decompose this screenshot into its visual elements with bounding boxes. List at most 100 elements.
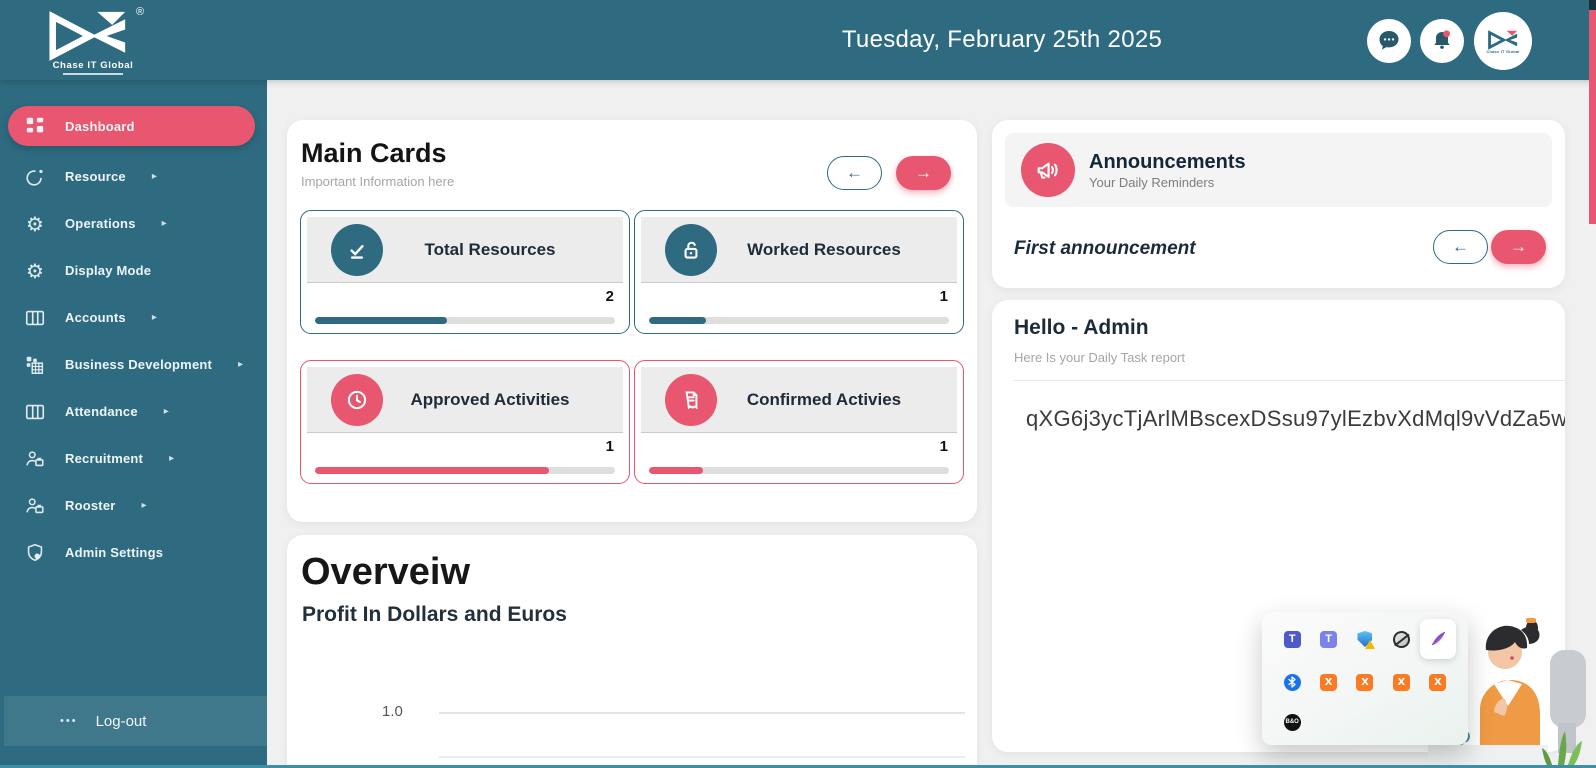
avatar-caption: Chase IT Global bbox=[1486, 48, 1520, 54]
announcements-subtitle: Your Daily Reminders bbox=[1089, 174, 1215, 190]
check-icon bbox=[331, 223, 383, 276]
tray-ink-disabled-icon[interactable] bbox=[1384, 622, 1418, 656]
stat-card-header: Confirmed Activies bbox=[641, 367, 957, 433]
main-cards-subtitle: Important Information here bbox=[301, 174, 455, 189]
stat-progress-track bbox=[649, 317, 949, 324]
stat-card-title: Total Resources bbox=[424, 239, 556, 259]
sidebar-item-attendance[interactable]: Attendance ▸ bbox=[0, 388, 267, 435]
scrollbar-thumb[interactable] bbox=[1589, 10, 1596, 224]
notifications-button[interactable] bbox=[1420, 19, 1464, 63]
sidebar-item-operations[interactable]: ⚙ Operations ▸ bbox=[0, 200, 267, 247]
arrow-left-icon: ← bbox=[1452, 237, 1469, 256]
stat-card-header: Total Resources bbox=[307, 217, 623, 283]
stat-card-approved-activities[interactable]: Approved Activities 1 bbox=[300, 360, 630, 484]
sidebar-item-dashboard[interactable]: Dashboard bbox=[8, 106, 255, 146]
receipt-icon bbox=[665, 373, 717, 426]
main-cards-panel: Main Cards Important Information here ← … bbox=[287, 120, 977, 522]
top-header: ® Chase IT Global Tuesday, February 25th… bbox=[0, 0, 1596, 80]
chat-button[interactable] bbox=[1367, 19, 1411, 63]
divider bbox=[1014, 380, 1565, 381]
chart-gridline bbox=[439, 712, 965, 714]
stat-progress-track bbox=[649, 467, 949, 474]
admin-shield-icon: ! bbox=[20, 542, 50, 564]
chevron-right-icon: ▸ bbox=[163, 406, 169, 417]
brand-logo: ® Chase IT Global bbox=[28, 4, 158, 78]
sidebar-item-business-development[interactable]: Business Development ▸ bbox=[0, 341, 267, 388]
stat-progress-fill bbox=[649, 467, 703, 474]
stat-card-worked-resources[interactable]: Worked Resources 1 bbox=[634, 210, 964, 334]
logout-button[interactable]: ••• Log-out bbox=[4, 696, 267, 746]
daily-task-token: qXG6j3ycTjArlMBscexDSsu97ylEzbvXdMql9vVd… bbox=[1026, 406, 1565, 431]
stat-card-value: 2 bbox=[605, 288, 614, 305]
arrow-right-icon: → bbox=[1510, 237, 1527, 256]
stat-progress-fill bbox=[315, 317, 447, 324]
sidebar-item-admin-settings[interactable]: ! Admin Settings bbox=[0, 529, 267, 576]
stat-card-title: Worked Resources bbox=[747, 239, 901, 259]
sidebar-item-label: Recruitment bbox=[65, 451, 144, 466]
sidebar-item-label: Rooster bbox=[65, 498, 116, 513]
clock-icon bbox=[331, 373, 383, 426]
tray-xampp-icon[interactable]: X bbox=[1348, 665, 1382, 699]
chevron-right-icon: ▸ bbox=[169, 453, 175, 464]
stat-progress-track bbox=[315, 317, 615, 324]
notification-bell-icon bbox=[1434, 30, 1450, 49]
sidebar-item-label: Admin Settings bbox=[65, 545, 164, 560]
main-cards-next-button[interactable]: → bbox=[896, 156, 951, 190]
stat-card-total-resources[interactable]: Total Resources 2 bbox=[300, 210, 630, 334]
sidebar-item-label: Resource bbox=[65, 169, 126, 184]
sidebar-item-accounts[interactable]: Accounts ▸ bbox=[0, 294, 267, 341]
registered-mark: ® bbox=[136, 6, 145, 18]
sidebar-item-rooster[interactable]: Rooster ▸ bbox=[0, 482, 267, 529]
brand-avatar-icon bbox=[1488, 29, 1518, 50]
main-cards-title: Main Cards bbox=[301, 138, 447, 168]
display-gear-icon: ⚙ bbox=[26, 258, 44, 283]
dashboard-grid-icon bbox=[20, 115, 50, 137]
sidebar-item-recruitment[interactable]: Recruitment ▸ bbox=[0, 435, 267, 482]
dashboard-app: ® Chase IT Global Tuesday, February 25th… bbox=[0, 0, 1596, 768]
announcement-next-button[interactable]: → bbox=[1491, 230, 1546, 264]
sidebar-item-label: Business Development bbox=[65, 357, 213, 372]
arrow-left-icon: ← bbox=[846, 163, 863, 182]
business-blocks-icon bbox=[20, 354, 50, 376]
brand-name: Chase IT Global bbox=[52, 60, 134, 71]
megaphone-icon bbox=[1021, 143, 1075, 197]
announcement-prev-button[interactable]: ← bbox=[1433, 230, 1488, 264]
overview-panel: Overveiw Profit In Dollars and Euros 1.0 bbox=[287, 535, 977, 768]
chevron-right-icon: ▸ bbox=[151, 171, 157, 182]
announcements-title: Announcements bbox=[1089, 150, 1246, 173]
sidebar-item-label: Attendance bbox=[65, 404, 138, 419]
sidebar-item-display-mode[interactable]: ⚙ Display Mode bbox=[0, 247, 267, 294]
ellipsis-icon: ••• bbox=[60, 715, 78, 727]
header-date: Tuesday, February 25th 2025 bbox=[841, 26, 1163, 53]
accounts-columns-icon bbox=[20, 307, 50, 329]
sidebar-item-label: Operations bbox=[65, 216, 136, 231]
tray-ms-teams-icon[interactable]: T bbox=[1275, 622, 1309, 656]
sidebar-item-label: Accounts bbox=[65, 310, 126, 325]
chevron-right-icon: ▸ bbox=[238, 359, 244, 370]
tray-windows-security-icon[interactable] bbox=[1348, 622, 1382, 656]
tray-ms-teams-2-icon[interactable]: T bbox=[1312, 622, 1346, 656]
stat-card-header: Approved Activities bbox=[307, 367, 623, 433]
recruitment-person-icon bbox=[20, 448, 50, 470]
main-cards-prev-button[interactable]: ← bbox=[827, 156, 882, 190]
tray-bluetooth-icon[interactable] bbox=[1275, 665, 1309, 699]
tray-xampp-icon[interactable]: X bbox=[1384, 665, 1418, 699]
overview-title: Overveiw bbox=[301, 551, 470, 593]
scrollbar-track-top bbox=[1589, 0, 1596, 10]
profile-avatar-button[interactable]: Chase IT Global bbox=[1474, 12, 1532, 70]
chart-ytick-label: 1.0 bbox=[382, 703, 403, 720]
tray-xampp-icon[interactable]: X bbox=[1312, 665, 1346, 699]
chart-gridline bbox=[439, 756, 965, 758]
sidebar-item-resource[interactable]: Resource ▸ bbox=[0, 153, 267, 200]
tray-purple-feather-icon[interactable] bbox=[1419, 619, 1456, 659]
sidebar-item-label: Display Mode bbox=[65, 263, 152, 278]
tray-xampp-icon[interactable]: X bbox=[1421, 665, 1455, 699]
announcement-current-item: First announcement bbox=[1014, 238, 1196, 259]
tray-bang-olufsen-icon[interactable]: B&O bbox=[1275, 705, 1309, 739]
arrow-right-icon: → bbox=[915, 163, 932, 182]
operations-gear-icon: ⚙ bbox=[26, 211, 44, 236]
sidebar: Dashboard Resource ▸ ⚙ Operations ▸ ⚙ Di… bbox=[0, 80, 267, 768]
stat-card-confirmed-activies[interactable]: Confirmed Activies 1 bbox=[634, 360, 964, 484]
stat-card-header: Worked Resources bbox=[641, 217, 957, 283]
stat-card-title: Approved Activities bbox=[410, 389, 570, 409]
